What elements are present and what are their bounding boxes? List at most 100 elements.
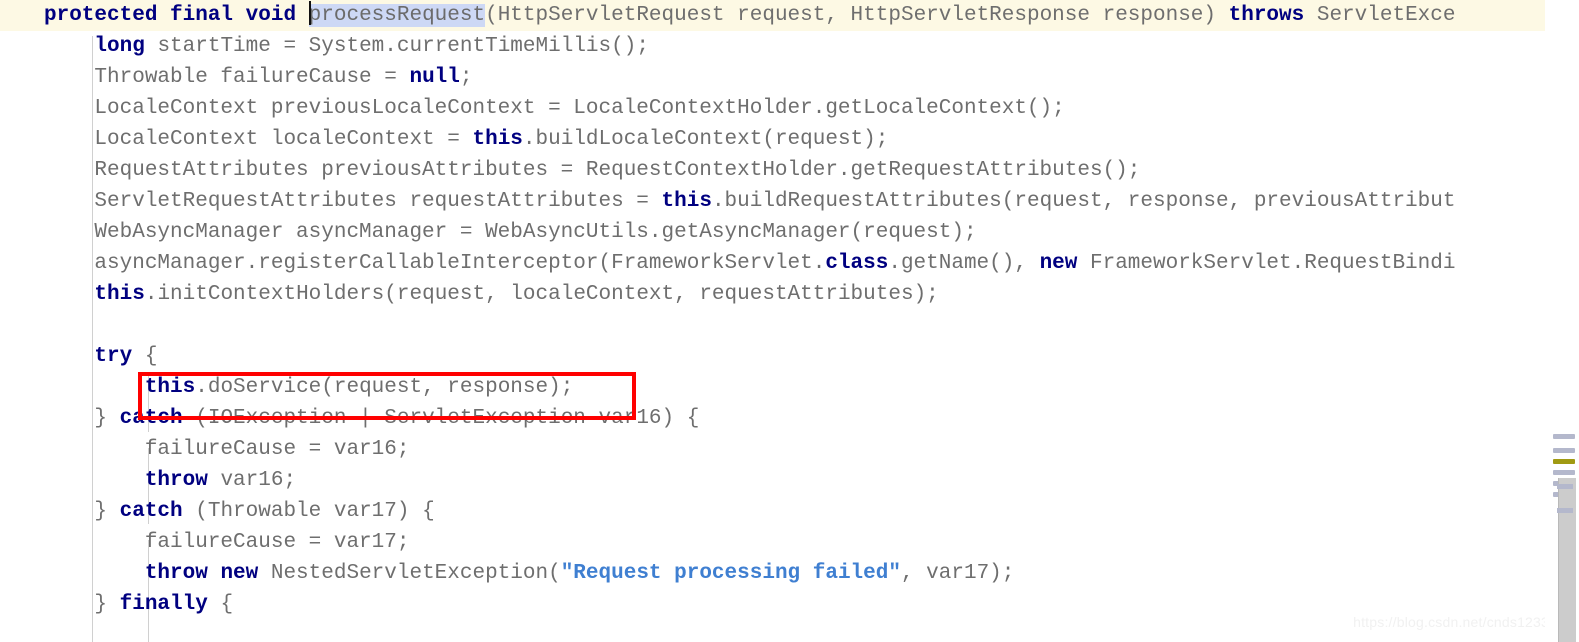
code-line-text: long startTime = System.currentTimeMilli… <box>0 31 649 62</box>
code-token-kw: new <box>1039 252 1078 275</box>
code-token-kw: this <box>661 190 712 213</box>
code-token-plain: asyncManager.registerCallableInterceptor… <box>44 252 826 275</box>
code-line[interactable]: ServletRequestAttributes requestAttribut… <box>0 186 1545 217</box>
code-line[interactable]: } finally { <box>0 589 1545 620</box>
code-token-kw: this <box>94 283 145 306</box>
code-token-str: "Request processing failed" <box>560 562 901 585</box>
code-line-text: throw new NestedServletException("Reques… <box>0 558 1015 589</box>
code-token-kw: class <box>825 252 889 275</box>
code-token-plain: (IOException | ServletException var16) { <box>182 407 700 430</box>
editor-right-gutter[interactable] <box>1545 0 1579 642</box>
watermark-text: https://blog.csdn.net/cnds123321 <box>1353 614 1565 630</box>
code-line[interactable]: WebAsyncManager asyncManager = WebAsyncU… <box>0 217 1545 248</box>
code-token-plain: NestedServletException( <box>258 562 561 585</box>
code-token-plain: var16; <box>207 469 297 492</box>
code-token-plain: .buildLocaleContext(request); <box>522 128 889 151</box>
code-token-plain: LocaleContext previousLocaleContext = Lo… <box>44 97 1065 120</box>
code-token-kw: throw new <box>144 562 259 585</box>
code-lines-container[interactable]: protected final void processRequest(Http… <box>0 0 1545 620</box>
code-line[interactable]: failureCause = var16; <box>0 434 1545 465</box>
code-token-kw: throws <box>1228 4 1305 27</box>
code-editor-viewport[interactable]: protected final void processRequest(Http… <box>0 0 1545 642</box>
code-token-plain: .buildRequestAttributes(request, respons… <box>711 190 1456 213</box>
code-line[interactable]: RequestAttributes previousAttributes = R… <box>0 155 1545 186</box>
code-line-text: } catch (Throwable var17) { <box>0 496 434 527</box>
code-line[interactable]: try { <box>0 341 1545 372</box>
code-line-text: asyncManager.registerCallableInterceptor… <box>0 248 1455 279</box>
code-line[interactable]: LocaleContext localeContext = this.build… <box>0 124 1545 155</box>
code-token-kw: this <box>144 376 196 399</box>
code-line[interactable] <box>0 310 1545 341</box>
code-line[interactable]: long startTime = System.currentTimeMilli… <box>0 31 1545 62</box>
code-token-plain: , var17); <box>900 562 1015 585</box>
code-line[interactable]: this.initContextHolders(request, localeC… <box>0 279 1545 310</box>
code-editor-screenshot: protected final void processRequest(Http… <box>0 0 1579 642</box>
code-token-plain: ServletRequestAttributes requestAttribut… <box>44 190 662 213</box>
text-caret <box>308 1 311 25</box>
code-token-plain: .initContextHolders(request, localeConte… <box>144 283 939 306</box>
code-line-text: throw var16; <box>0 465 296 496</box>
code-token-plain: .getName(), <box>888 252 1040 275</box>
scrollbar-marker-normal[interactable] <box>1553 470 1575 475</box>
code-token-plain: FrameworkServlet.RequestBindi <box>1077 252 1456 275</box>
code-line-text: LocaleContext localeContext = this.build… <box>0 124 888 155</box>
code-line[interactable]: protected final void processRequest(Http… <box>0 0 1545 31</box>
code-token-plain: { <box>207 593 234 616</box>
code-token-kw: throw <box>144 469 208 492</box>
scrollbar-marker-warning[interactable] <box>1553 459 1575 464</box>
code-token-kw: catch <box>119 407 183 430</box>
code-token-sel: processRequest <box>308 4 486 27</box>
code-line[interactable]: } catch (Throwable var17) { <box>0 496 1545 527</box>
code-token-plain: } <box>44 500 120 523</box>
code-token-plain: Throwable failureCause = <box>44 66 410 89</box>
code-line-text: RequestAttributes previousAttributes = R… <box>0 155 1140 186</box>
code-token-plain: { <box>132 345 158 368</box>
code-token-kw: protected final void <box>44 4 309 27</box>
code-token-kw: this <box>472 128 523 151</box>
code-token-plain: RequestAttributes previousAttributes = R… <box>44 159 1141 182</box>
code-line[interactable]: asyncManager.registerCallableInterceptor… <box>0 248 1545 279</box>
code-token-plain: } <box>44 407 120 430</box>
code-line-text: failureCause = var16; <box>0 434 410 465</box>
code-line[interactable]: throw var16; <box>0 465 1545 496</box>
code-token-kw: try <box>94 345 133 368</box>
code-token-plain: LocaleContext localeContext = <box>44 128 473 151</box>
code-token-plain: startTime = System.currentTimeMillis(); <box>144 35 649 58</box>
code-line-text: ServletRequestAttributes requestAttribut… <box>0 186 1455 217</box>
code-token-plain: failureCause = var16; <box>44 438 410 461</box>
code-line-text: failureCause = var17; <box>0 527 410 558</box>
code-token-plain: ; <box>459 66 473 89</box>
code-token-kw: catch <box>119 500 183 523</box>
code-line-text: LocaleContext previousLocaleContext = Lo… <box>0 93 1065 124</box>
code-line-text: WebAsyncManager asyncManager = WebAsyncU… <box>0 217 977 248</box>
code-token-plain: WebAsyncManager asyncManager = WebAsyncU… <box>44 221 977 244</box>
scrollbar-marker-normal[interactable] <box>1553 434 1575 439</box>
code-line-text: this.doService(request, response); <box>0 372 573 403</box>
code-line-text: } catch (IOException | ServletException … <box>0 403 699 434</box>
code-line[interactable]: this.doService(request, response); <box>0 372 1545 403</box>
code-line[interactable]: LocaleContext previousLocaleContext = Lo… <box>0 93 1545 124</box>
vertical-scrollbar-thumb[interactable] <box>1558 478 1576 642</box>
code-line[interactable]: Throwable failureCause = null; <box>0 62 1545 93</box>
code-line-text: try { <box>0 341 157 372</box>
code-line-text: } finally { <box>0 589 233 620</box>
code-line-text: this.initContextHolders(request, localeC… <box>0 279 939 310</box>
code-token-plain: failureCause = var17; <box>44 531 410 554</box>
code-token-plain: .doService(request, response); <box>195 376 574 399</box>
code-token-kw: null <box>409 66 460 89</box>
scrollbar-marker-normal[interactable] <box>1553 448 1575 453</box>
code-line[interactable]: } catch (IOException | ServletException … <box>0 403 1545 434</box>
code-line[interactable]: throw new NestedServletException("Reques… <box>0 558 1545 589</box>
code-line-text: Throwable failureCause = null; <box>0 62 473 93</box>
code-line[interactable]: failureCause = var17; <box>0 527 1545 558</box>
code-token-plain: ServletExce <box>1304 4 1456 27</box>
code-line-text: protected final void processRequest(Http… <box>0 0 1455 31</box>
scrollbar-thumb-tick <box>1557 484 1573 489</box>
code-token-kw: finally <box>119 593 208 616</box>
scrollbar-thumb-tick <box>1557 508 1573 513</box>
